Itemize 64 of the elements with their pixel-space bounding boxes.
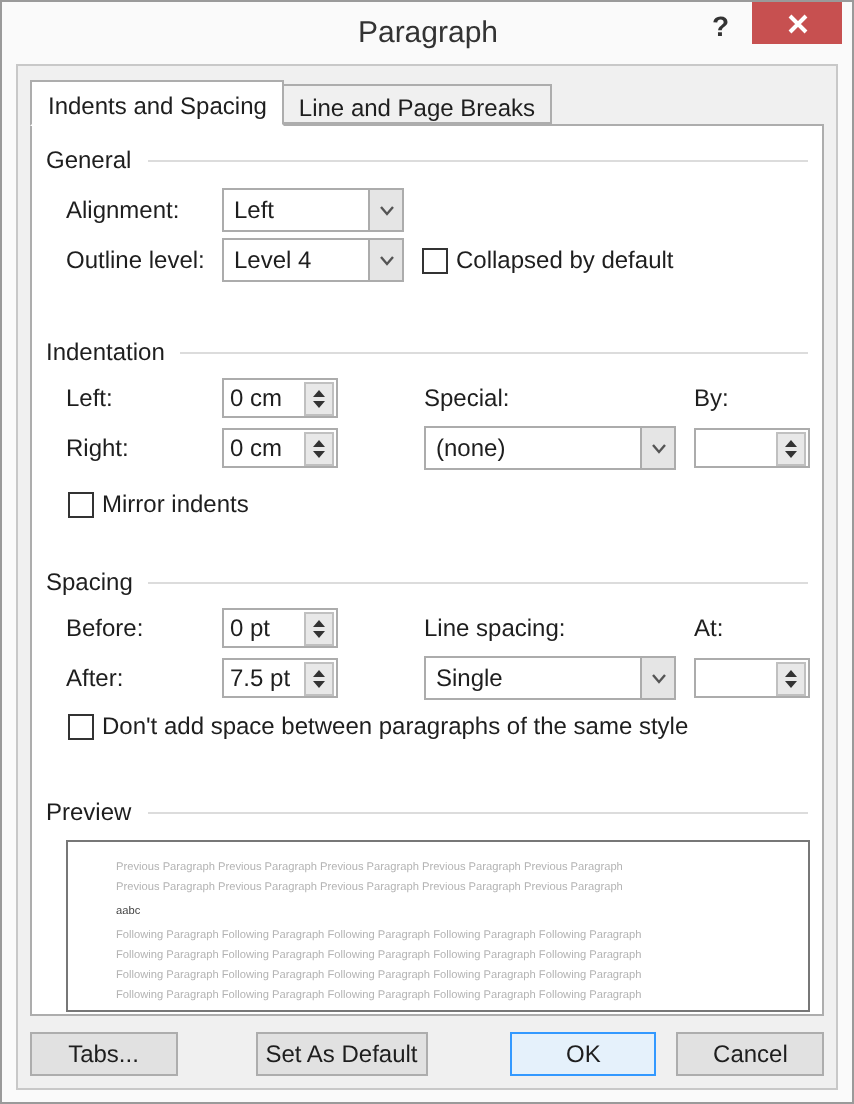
dropdown-value: Level 4 (232, 244, 314, 278)
dropdown-value: (none) (434, 432, 508, 466)
field-label: Special: (424, 382, 512, 416)
spin-buttons[interactable] (304, 431, 334, 465)
dropdown-value: Left (232, 194, 277, 228)
field-label: Outline level: (66, 244, 207, 278)
section-heading: General (46, 144, 132, 178)
field-value: 0 cm (228, 382, 285, 416)
caret-icon (379, 255, 393, 265)
spin-field[interactable]: 0 cm (222, 428, 338, 468)
field-label: After: (66, 662, 126, 696)
close-icon (787, 13, 807, 33)
dropdown[interactable]: Level 4 (222, 238, 404, 282)
caret-icon (651, 443, 665, 453)
dialog-button[interactable]: Tabs... (30, 1032, 178, 1076)
dialog-button[interactable]: Cancel (676, 1032, 824, 1076)
help-button[interactable]: ? (712, 6, 730, 48)
field-label: At: (694, 612, 726, 646)
caret-icon (379, 205, 393, 215)
section-heading: Indentation (46, 336, 165, 370)
up-down-arrows-icon (784, 437, 798, 459)
dropdown[interactable]: Left (222, 188, 404, 232)
checkbox[interactable] (68, 713, 94, 739)
section-heading: Spacing (46, 566, 133, 600)
spin-field[interactable] (694, 428, 810, 468)
spin-buttons[interactable] (304, 661, 334, 695)
up-down-arrows-icon (784, 667, 798, 689)
dropdown[interactable]: (none) (424, 426, 676, 470)
spin-field[interactable]: 0 cm (222, 378, 338, 418)
checkbox[interactable] (68, 491, 94, 517)
field-value: 0 pt (228, 612, 273, 646)
field-label: Line spacing: (424, 612, 568, 646)
section-heading: Preview (46, 796, 132, 830)
field-value: 0 cm (228, 432, 285, 466)
spin-field[interactable]: 7.5 pt (222, 658, 338, 698)
caret-icon (651, 673, 665, 683)
field-label: Left: (66, 382, 115, 416)
spin-buttons[interactable] (776, 661, 806, 695)
up-down-arrows-icon (312, 387, 326, 409)
up-down-arrows-icon (312, 617, 326, 639)
up-down-arrows-icon (312, 437, 326, 459)
tab[interactable]: Line and Page Breaks (284, 84, 552, 124)
field-label: Alignment: (66, 194, 182, 228)
spin-buttons[interactable] (304, 381, 334, 415)
dropdown-value: Single (434, 662, 505, 696)
field-value: 7.5 pt (228, 662, 293, 696)
dialog-button[interactable]: Set As Default (255, 1032, 428, 1076)
tab[interactable]: Indents and Spacing (30, 80, 285, 126)
spin-buttons[interactable] (304, 611, 334, 645)
window-title: Paragraph (355, 14, 501, 54)
spin-field[interactable] (694, 658, 810, 698)
field-label: Don't add space between paragraphs of the same style (102, 710, 689, 744)
checkbox[interactable] (422, 247, 448, 273)
field-label: Mirror indents (102, 488, 249, 522)
dropdown[interactable]: Single (424, 656, 676, 700)
field-label: Collapsed by default (456, 244, 674, 278)
field-label: Before: (66, 612, 146, 646)
dialog-button[interactable]: OK (509, 1032, 657, 1076)
spin-field[interactable]: 0 pt (222, 608, 338, 648)
spin-buttons[interactable] (776, 431, 806, 465)
field-label: By: (694, 382, 731, 416)
field-label: Right: (66, 432, 131, 466)
close-button[interactable] (752, 2, 842, 44)
up-down-arrows-icon (312, 667, 326, 689)
